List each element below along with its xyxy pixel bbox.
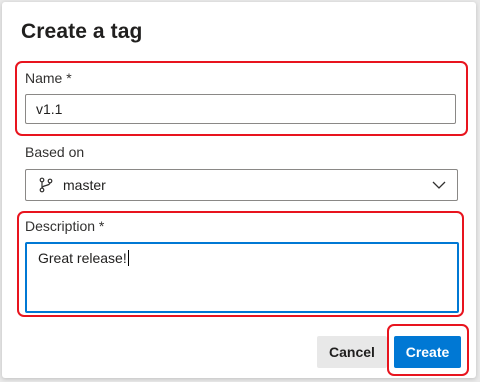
create-button[interactable]: Create: [394, 336, 461, 368]
cancel-button[interactable]: Cancel: [317, 336, 387, 368]
dialog-title: Create a tag: [21, 20, 143, 43]
chevron-down-icon: [432, 181, 446, 189]
description-value: Great release!: [38, 250, 127, 266]
name-label: Name *: [25, 70, 72, 86]
text-caret: [127, 250, 129, 266]
create-tag-dialog: Create a tag Name * Based on master Desc…: [2, 2, 476, 378]
description-label: Description *: [25, 218, 105, 234]
based-on-dropdown[interactable]: master: [25, 169, 458, 201]
based-on-value: master: [63, 177, 106, 193]
description-textarea[interactable]: Great release!: [25, 242, 459, 313]
branch-icon: [39, 177, 53, 193]
based-on-label: Based on: [25, 144, 85, 160]
name-input[interactable]: [25, 94, 456, 124]
